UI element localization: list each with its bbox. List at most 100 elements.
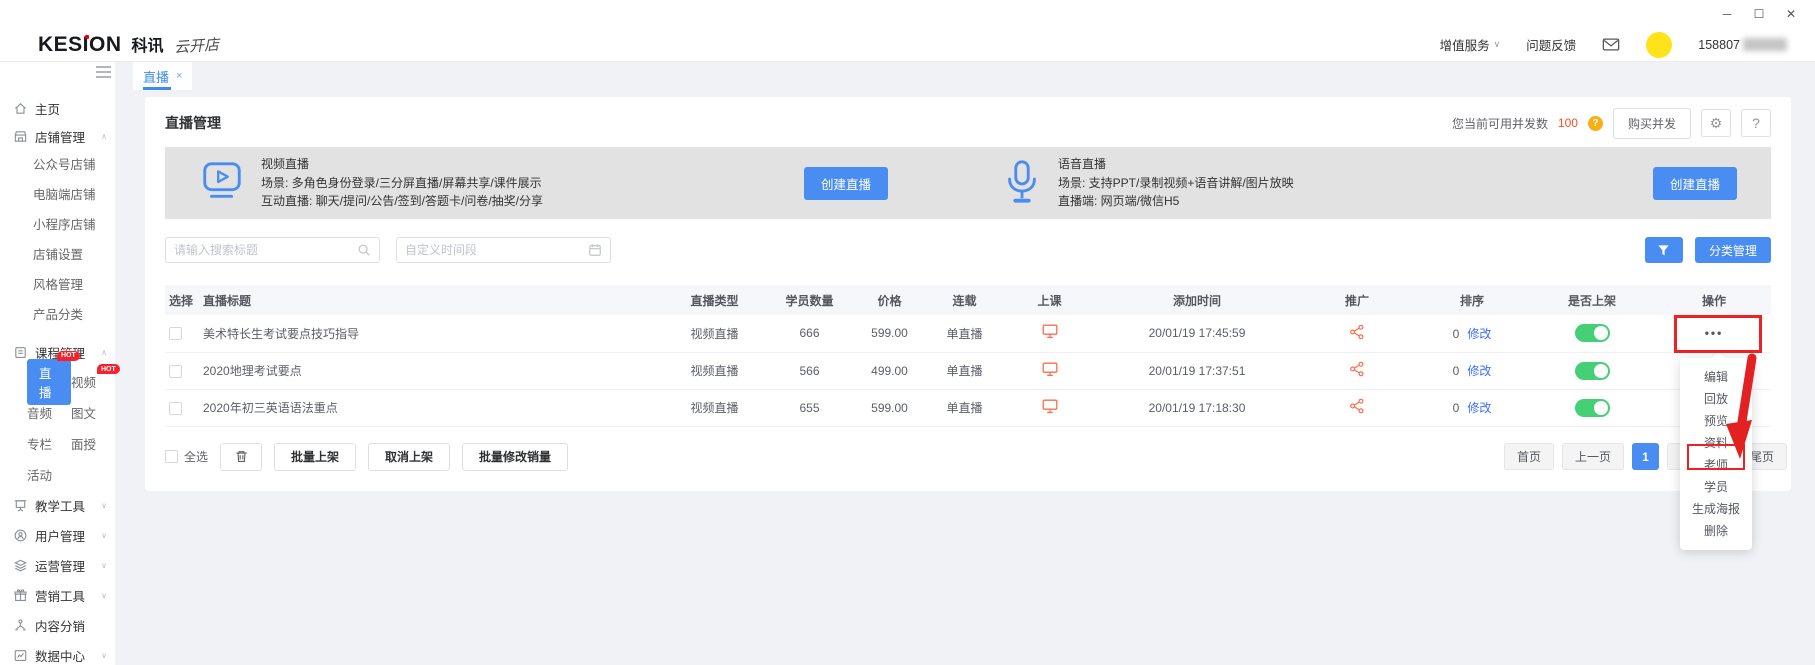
window-maximize-button[interactable]: ☐ bbox=[1743, 0, 1775, 28]
tab-close-icon[interactable]: × bbox=[176, 70, 182, 82]
row-checkbox[interactable] bbox=[169, 402, 182, 415]
concurrency-value: 100 bbox=[1558, 116, 1578, 130]
edit-sort-link[interactable]: 修改 bbox=[1467, 327, 1491, 341]
batch-edit-sales-button[interactable]: 批量修改销量 bbox=[462, 443, 568, 471]
sidebar-item-audio[interactable]: 音频 bbox=[27, 403, 71, 422]
menu-item-generate-poster[interactable]: 生成海报 bbox=[1680, 498, 1752, 520]
app-header: KESION 科讯 云开店 增值服务 ∨ 问题反馈 158807 bbox=[0, 28, 1815, 62]
chevron-down-icon: ∨ bbox=[1494, 39, 1501, 50]
page-1-button[interactable]: 1 bbox=[1632, 443, 1659, 470]
edit-sort-link[interactable]: 修改 bbox=[1467, 364, 1491, 378]
sidebar-item-article[interactable]: 图文 bbox=[71, 403, 115, 422]
sidebar-item-wechat-shop[interactable]: 公众号店铺 bbox=[33, 150, 115, 180]
menu-item-playback[interactable]: 回放 bbox=[1680, 388, 1752, 410]
sidebar-item-shop-settings[interactable]: 店铺设置 bbox=[33, 240, 115, 270]
batch-on-shelf-button[interactable]: 批量上架 bbox=[274, 443, 356, 471]
voice-live-icon bbox=[1002, 158, 1042, 209]
create-video-live-button[interactable]: 创建直播 bbox=[804, 167, 888, 200]
row-checkbox[interactable] bbox=[169, 365, 182, 378]
marketing-icon bbox=[13, 588, 28, 603]
window-close-button[interactable]: ✕ bbox=[1775, 0, 1807, 28]
search-input[interactable] bbox=[174, 243, 357, 257]
live-title[interactable]: 美术特长生考试要点技巧指导 bbox=[199, 315, 662, 352]
sidebar-item-user-management[interactable]: 用户管理 ∨ bbox=[0, 520, 115, 550]
category-management-button[interactable]: 分类管理 bbox=[1695, 237, 1771, 263]
chevron-down-icon: ∨ bbox=[101, 561, 107, 570]
value-added-services-menu[interactable]: 增值服务 ∨ bbox=[1440, 35, 1501, 54]
account-phone-number[interactable]: 158807 bbox=[1698, 38, 1787, 52]
on-shelf-toggle[interactable] bbox=[1575, 324, 1610, 342]
sidebar-item-product-category[interactable]: 产品分类 bbox=[33, 300, 115, 330]
create-voice-live-button[interactable]: 创建直播 bbox=[1653, 167, 1737, 200]
sidebar-item-shop-management[interactable]: 店铺管理 ∧ bbox=[0, 122, 115, 150]
menu-item-delete[interactable]: 删除 bbox=[1680, 520, 1752, 542]
sidebar-item-live[interactable]: 直播 HOT bbox=[27, 359, 71, 405]
live-title[interactable]: 2020地理考试要点 bbox=[199, 352, 662, 389]
chevron-down-icon: ∨ bbox=[101, 591, 107, 600]
mail-icon[interactable] bbox=[1602, 37, 1620, 52]
sidebar-item-activity[interactable]: 活动 bbox=[27, 465, 75, 484]
promote-share-icon[interactable] bbox=[1349, 324, 1365, 343]
video-live-icon bbox=[199, 159, 245, 208]
calendar-icon[interactable] bbox=[588, 243, 602, 257]
gear-icon[interactable]: ⚙ bbox=[1701, 109, 1731, 137]
course-icon bbox=[13, 345, 28, 360]
menu-item-material[interactable]: 资料 bbox=[1680, 432, 1752, 454]
promote-share-icon[interactable] bbox=[1349, 361, 1365, 380]
date-range-input[interactable] bbox=[405, 243, 588, 257]
user-avatar[interactable] bbox=[1646, 32, 1672, 58]
voice-live-client: 直播端: 网页端/微信H5 bbox=[1058, 192, 1294, 211]
chevron-down-icon: ∨ bbox=[101, 531, 107, 540]
sidebar-item-pc-shop[interactable]: 电脑端店铺 bbox=[33, 180, 115, 210]
batch-off-shelf-button[interactable]: 取消上架 bbox=[368, 443, 450, 471]
menu-item-student[interactable]: 学员 bbox=[1680, 476, 1752, 498]
sidebar-item-operation-management[interactable]: 运营管理 ∨ bbox=[0, 550, 115, 580]
menu-item-teacher[interactable]: 老师 bbox=[1680, 454, 1752, 476]
enter-class-icon[interactable] bbox=[1042, 399, 1058, 417]
distribution-icon bbox=[13, 618, 28, 633]
buy-concurrency-button[interactable]: 购买并发 bbox=[1613, 108, 1691, 139]
teach-tool-icon bbox=[13, 498, 28, 513]
enter-class-icon[interactable] bbox=[1042, 324, 1058, 342]
live-title[interactable]: 2020年初三英语语法重点 bbox=[199, 389, 662, 426]
sidebar-collapse-icon[interactable] bbox=[96, 66, 111, 81]
sidebar-item-content-distribution[interactable]: 内容分销 bbox=[0, 610, 115, 640]
sidebar-item-video[interactable]: 视频 HOT bbox=[71, 372, 115, 391]
on-shelf-toggle[interactable] bbox=[1575, 362, 1610, 380]
select-all-checkbox[interactable] bbox=[165, 450, 178, 463]
menu-item-edit[interactable]: 编辑 bbox=[1680, 366, 1752, 388]
feedback-link[interactable]: 问题反馈 bbox=[1526, 35, 1576, 54]
table-row: 2020年初三英语语法重点 视频直播 655 599.00 单直播 20/01/… bbox=[165, 389, 1771, 426]
menu-item-preview[interactable]: 预览 bbox=[1680, 410, 1752, 432]
row-checkbox[interactable] bbox=[169, 327, 182, 340]
brand-subtitle: 云开店 bbox=[173, 33, 219, 57]
question-icon[interactable]: ? bbox=[1741, 109, 1771, 137]
sidebar-item-marketing-tools[interactable]: 营销工具 ∨ bbox=[0, 580, 115, 610]
sidebar-item-offline[interactable]: 面授 bbox=[71, 434, 115, 453]
promote-share-icon[interactable] bbox=[1349, 398, 1365, 417]
tab-live[interactable]: 直播 × bbox=[133, 62, 192, 90]
on-shelf-toggle[interactable] bbox=[1575, 399, 1610, 417]
chevron-down-icon: ∨ bbox=[101, 501, 107, 510]
sidebar-item-style-management[interactable]: 风格管理 bbox=[33, 270, 115, 300]
voice-live-title: 语音直播 bbox=[1058, 155, 1294, 174]
help-circle-icon[interactable]: ? bbox=[1588, 116, 1603, 131]
first-page-button[interactable]: 首页 bbox=[1504, 443, 1554, 470]
filter-funnel-button[interactable] bbox=[1645, 237, 1683, 263]
create-live-banner: 视频直播 场景: 多角色身份登录/三分屏直播/屏幕共享/课件展示 互动直播: 聊… bbox=[165, 147, 1771, 219]
sidebar-item-home[interactable]: 主页 bbox=[0, 94, 115, 122]
concurrency-label: 您当前可用并发数 bbox=[1452, 115, 1548, 132]
batch-delete-button[interactable] bbox=[220, 443, 262, 471]
search-icon[interactable] bbox=[357, 243, 371, 257]
voice-live-section: 语音直播 场景: 支持PPT/录制视频+语音讲解/图片放映 直播端: 网页端/微… bbox=[968, 147, 1771, 219]
window-minimize-button[interactable]: ─ bbox=[1711, 0, 1743, 28]
sidebar-item-teaching-tools[interactable]: 教学工具 ∨ bbox=[0, 490, 115, 520]
prev-page-button[interactable]: 上一页 bbox=[1562, 443, 1624, 470]
sidebar-item-data-center[interactable]: 数据中心 ∨ bbox=[0, 640, 115, 665]
sidebar-item-miniprogram-shop[interactable]: 小程序店铺 bbox=[33, 210, 115, 240]
sidebar-item-column[interactable]: 专栏 bbox=[27, 434, 71, 453]
enter-class-icon[interactable] bbox=[1042, 362, 1058, 380]
edit-sort-link[interactable]: 修改 bbox=[1467, 401, 1491, 415]
select-all[interactable]: 全选 bbox=[165, 448, 208, 465]
more-actions-button[interactable]: ••• bbox=[1705, 326, 1724, 340]
